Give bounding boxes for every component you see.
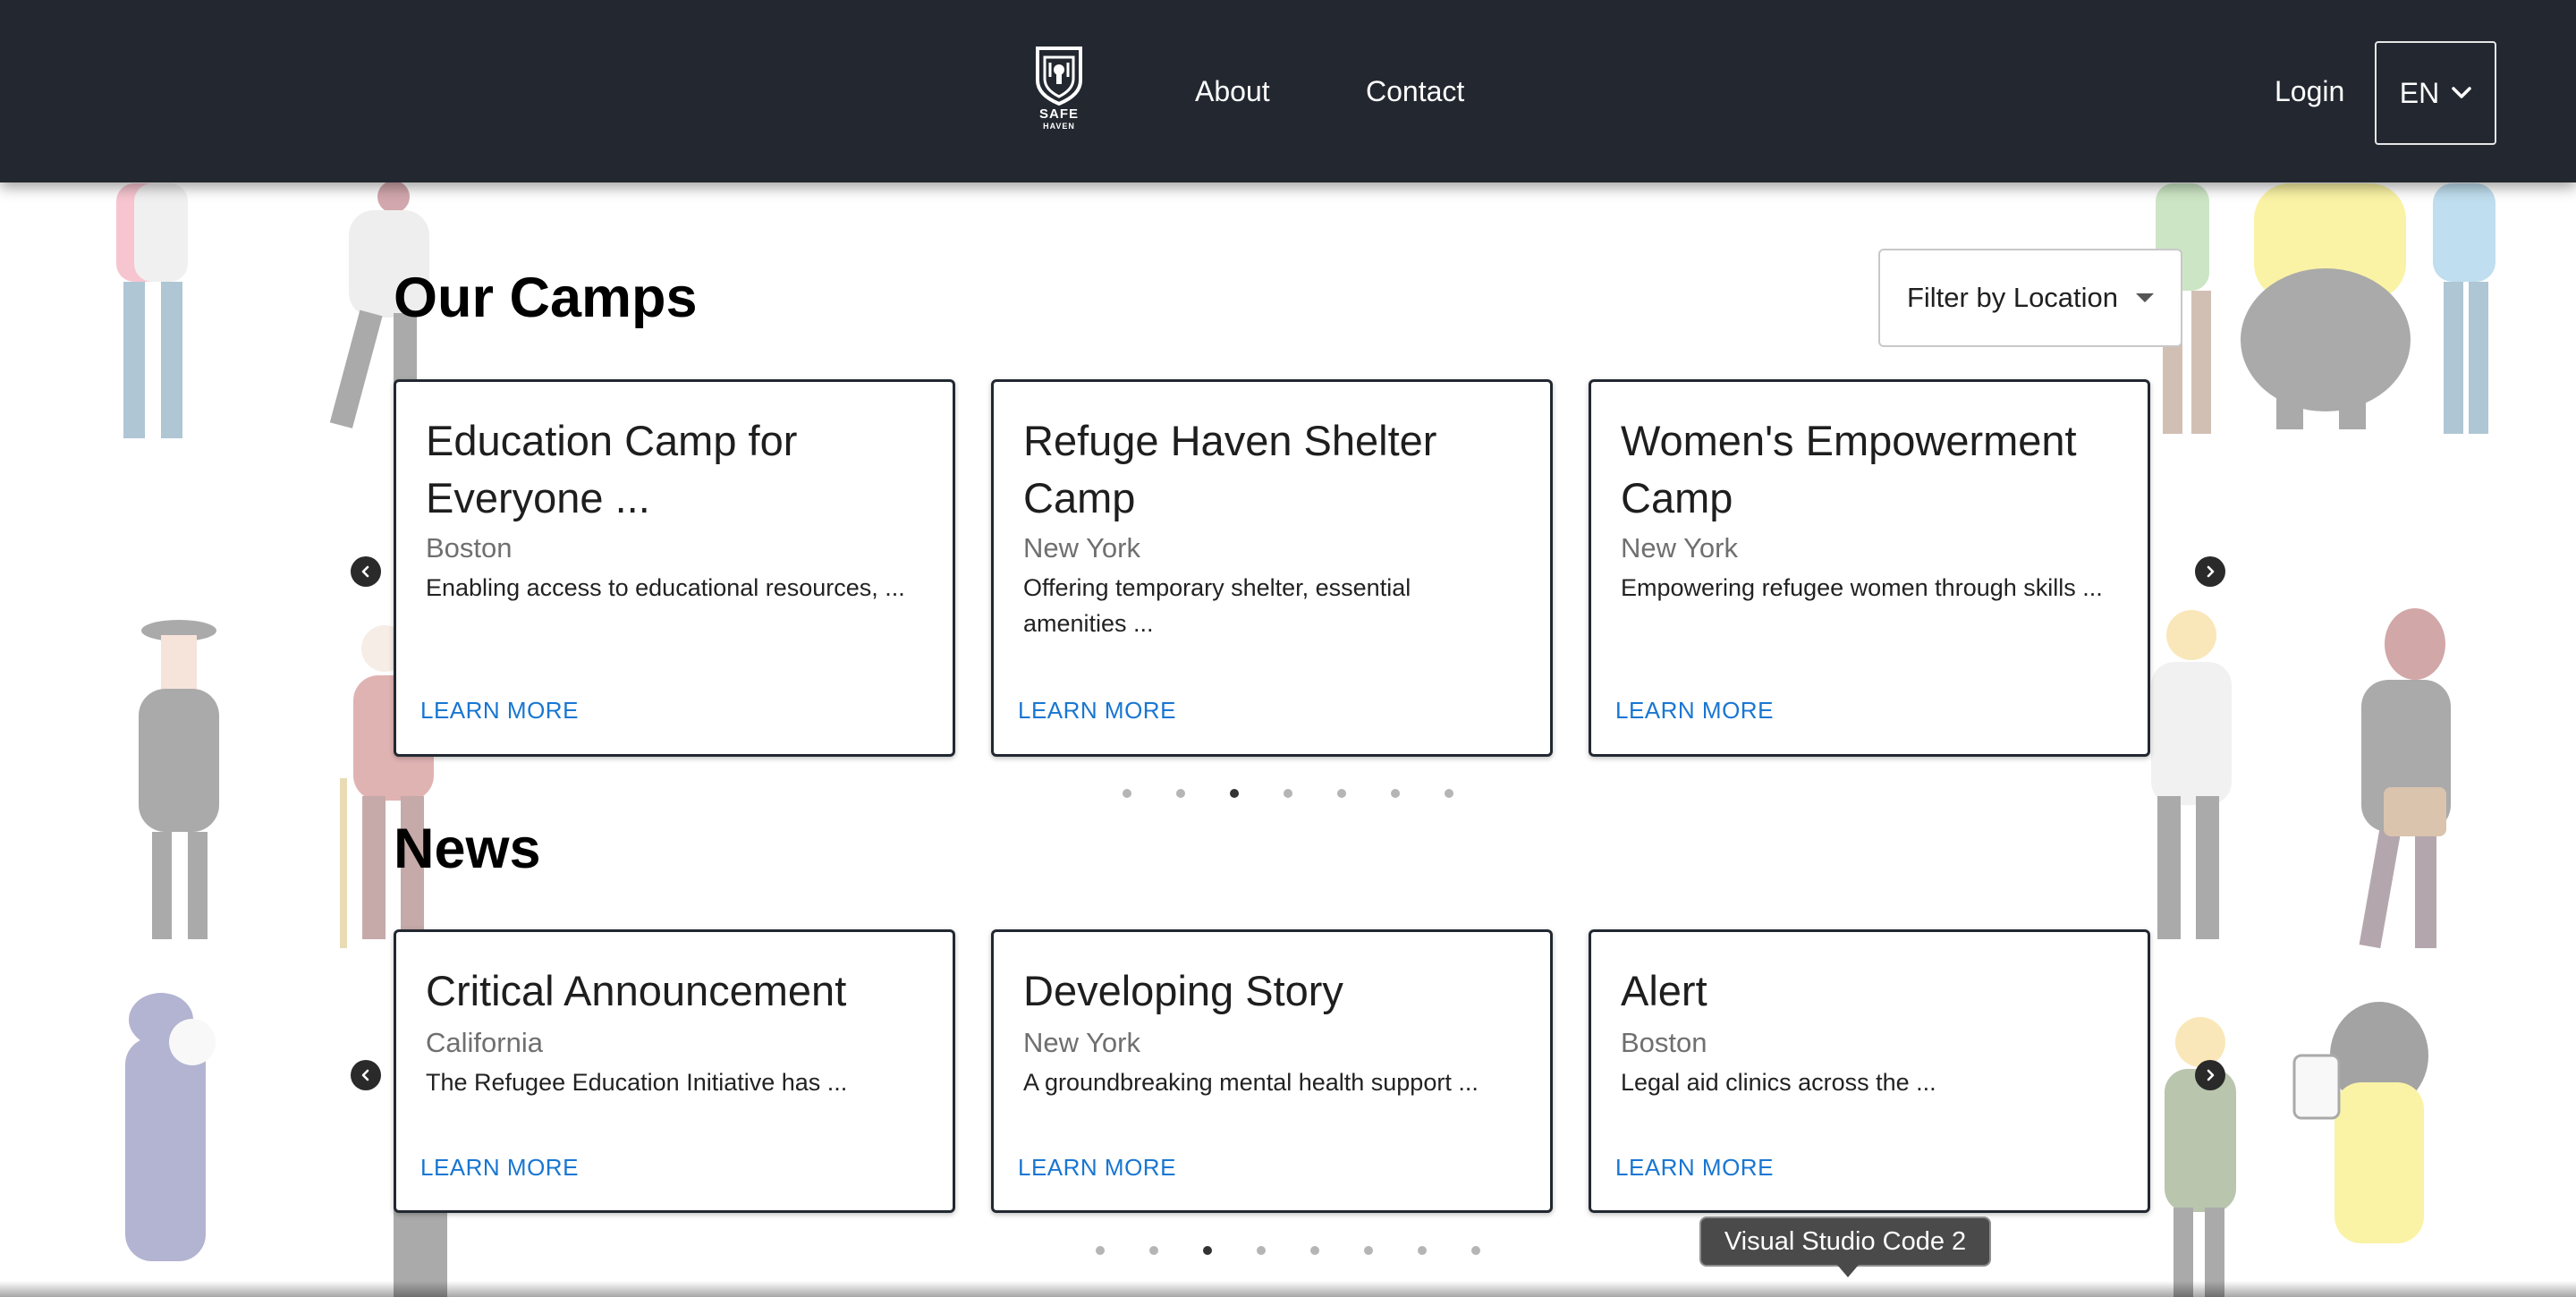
camp-card-location: Boston	[426, 532, 513, 564]
chevron-left-icon	[361, 565, 369, 578]
learn-more-button[interactable]: LEARN MORE	[420, 695, 579, 725]
news-next-arrow[interactable]	[2195, 1060, 2225, 1090]
camp-card: Education Camp for Everyone ... Boston E…	[394, 379, 955, 757]
news-card-title: Developing Story	[1023, 967, 1343, 1014]
pagination-dot[interactable]	[1391, 789, 1400, 798]
pagination-dot[interactable]	[1310, 1246, 1319, 1255]
top-navbar: SAFE HAVEN About Contact Login EN	[0, 0, 2576, 182]
camp-card-description: Empowering refugee women through skills …	[1621, 574, 2103, 601]
pagination-dot[interactable]	[1123, 789, 1131, 798]
filter-label: Filter by Location	[1906, 282, 2119, 313]
pagination-dot[interactable]	[1445, 789, 1453, 798]
camp-card-location: New York	[1621, 532, 1738, 564]
language-value: EN	[2399, 76, 2440, 109]
camp-card-location: New York	[1023, 532, 1140, 564]
pagination-dot[interactable]	[1176, 789, 1185, 798]
camp-card-title: Refuge Haven Shelter Camp	[1023, 417, 1437, 521]
chevron-down-icon	[2452, 87, 2471, 98]
news-card-description: Legal aid clinics across the ...	[1621, 1069, 1936, 1096]
pagination-dot[interactable]	[1418, 1246, 1427, 1255]
pagination-dot[interactable]	[1471, 1246, 1480, 1255]
nav-link-contact[interactable]: Contact	[1366, 73, 1464, 109]
screen-bottom-edge	[0, 1281, 2576, 1297]
camps-next-arrow[interactable]	[2195, 556, 2225, 587]
news-card-title: Alert	[1621, 967, 1707, 1014]
main-content: Our Camps Filter by Location Education C…	[0, 0, 2576, 1297]
news-card: Developing Story New York A groundbreaki…	[991, 929, 1553, 1213]
chevron-right-icon	[2207, 1069, 2215, 1081]
language-select[interactable]: EN	[2375, 41, 2496, 145]
caret-down-icon	[2136, 293, 2155, 302]
learn-more-button[interactable]: LEARN MORE	[420, 1152, 579, 1183]
pagination-dot[interactable]	[1203, 1246, 1212, 1255]
camp-card-title: Women's Empowerment Camp	[1621, 417, 2077, 521]
news-card: Critical Announcement California The Ref…	[394, 929, 955, 1213]
safe-haven-logo[interactable]: SAFE HAVEN	[1030, 45, 1088, 140]
news-card-description: A groundbreaking mental health support .…	[1023, 1069, 1479, 1096]
news-card-location: New York	[1023, 1027, 1140, 1058]
camp-card: Women's Empowerment Camp New York Empowe…	[1589, 379, 2150, 757]
camps-pagination-dots	[1123, 789, 1453, 798]
filter-by-location-dropdown[interactable]: Filter by Location	[1878, 249, 2182, 347]
chevron-left-icon	[361, 1069, 369, 1081]
chevron-right-icon	[2207, 565, 2215, 578]
login-link[interactable]: Login	[2275, 73, 2344, 109]
learn-more-button[interactable]: LEARN MORE	[1615, 695, 1774, 725]
news-card-description: The Refugee Education Initiative has ...	[426, 1069, 848, 1096]
dock-tooltip: Visual Studio Code 2	[1699, 1216, 1991, 1277]
camp-card-description: Enabling access to educational resources…	[426, 574, 905, 601]
pagination-dot[interactable]	[1337, 789, 1346, 798]
camp-card: Refuge Haven Shelter Camp New York Offer…	[991, 379, 1553, 757]
learn-more-button[interactable]: LEARN MORE	[1018, 695, 1176, 725]
pagination-dot[interactable]	[1230, 789, 1239, 798]
news-section-title: News	[394, 818, 541, 880]
pagination-dot[interactable]	[1364, 1246, 1373, 1255]
camp-card-description: Offering temporary shelter, essential am…	[1023, 574, 1411, 637]
logo-subtitle: HAVEN	[1043, 122, 1075, 131]
shield-logo-icon	[1036, 47, 1082, 106]
camps-section-title: Our Camps	[394, 267, 698, 329]
dock-tooltip-text: Visual Studio Code 2	[1724, 1226, 1967, 1256]
camp-card-title: Education Camp for Everyone ...	[426, 417, 798, 521]
pagination-dot[interactable]	[1257, 1246, 1266, 1255]
learn-more-button[interactable]: LEARN MORE	[1018, 1152, 1176, 1183]
camps-prev-arrow[interactable]	[351, 556, 381, 587]
news-card-title: Critical Announcement	[426, 967, 847, 1014]
learn-more-button[interactable]: LEARN MORE	[1615, 1152, 1774, 1183]
pagination-dot[interactable]	[1284, 789, 1292, 798]
news-card-location: California	[426, 1027, 543, 1058]
nav-link-about[interactable]: About	[1195, 73, 1270, 109]
logo-wordmark: SAFE	[1038, 106, 1079, 122]
news-pagination-dots	[1096, 1246, 1480, 1255]
pagination-dot[interactable]	[1149, 1246, 1158, 1255]
news-card: Alert Boston Legal aid clinics across th…	[1589, 929, 2150, 1213]
news-prev-arrow[interactable]	[351, 1060, 381, 1090]
news-card-location: Boston	[1621, 1027, 1707, 1058]
pagination-dot[interactable]	[1096, 1246, 1105, 1255]
